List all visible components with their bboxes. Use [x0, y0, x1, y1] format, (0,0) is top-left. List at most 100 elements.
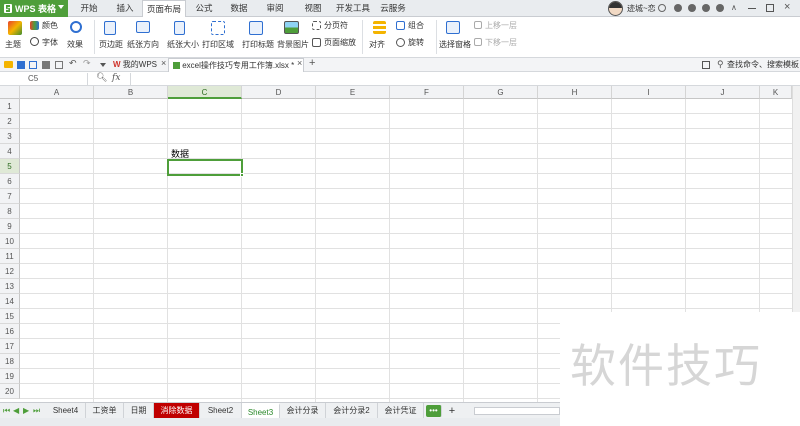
print-preview-icon[interactable]: [55, 61, 63, 69]
select-all-corner[interactable]: [0, 86, 20, 99]
fill-handle[interactable]: [240, 173, 244, 177]
page-break-icon[interactable]: [312, 21, 321, 30]
row-header-18[interactable]: 18: [0, 354, 20, 369]
close-tab-icon[interactable]: ×: [161, 58, 166, 68]
command-search-input[interactable]: 查找命令、搜索模板: [727, 58, 800, 72]
minimize-icon[interactable]: [748, 8, 756, 9]
background-image-icon[interactable]: [284, 21, 299, 34]
share-icon[interactable]: [688, 4, 696, 12]
sheet-tab-payroll[interactable]: 工资单: [86, 403, 124, 419]
rotate-icon[interactable]: [396, 38, 405, 47]
name-box[interactable]: C5: [0, 73, 88, 85]
last-sheet-icon[interactable]: ⏭︎: [33, 406, 40, 416]
doc-tab-workbook[interactable]: excel操作技巧专用工作簿.xlsx *: [168, 58, 304, 72]
group-button[interactable]: 组合: [408, 20, 424, 31]
sheet-tab-accounting-entry-2[interactable]: 会计分录2: [326, 403, 378, 419]
add-sheet-button[interactable]: +: [445, 403, 459, 419]
row-header-20[interactable]: 20: [0, 384, 20, 399]
row-header-6[interactable]: 6: [0, 174, 20, 189]
page-zoom-icon[interactable]: [312, 38, 321, 47]
column-header-i[interactable]: I: [612, 86, 686, 99]
skin-icon[interactable]: [702, 4, 710, 12]
wps-app-menu-button[interactable]: WPS 表格: [0, 0, 68, 17]
row-header-3[interactable]: 3: [0, 129, 20, 144]
menu-tab-review[interactable]: 审阅: [258, 0, 292, 17]
selection-pane-button[interactable]: 选择窗格: [439, 39, 471, 50]
more-sheets-button[interactable]: •••: [426, 405, 442, 417]
undo-icon[interactable]: ↶: [69, 58, 77, 69]
maximize-icon[interactable]: [766, 4, 774, 12]
doc-tab-my-wps[interactable]: W 我的WPS: [110, 58, 168, 72]
theme-icon[interactable]: [8, 21, 22, 35]
sheet-tab-sheet3[interactable]: Sheet3: [242, 403, 280, 419]
close-icon[interactable]: ×: [784, 1, 790, 13]
chevron-up-icon[interactable]: ∧: [731, 3, 737, 12]
open-folder-icon[interactable]: [4, 61, 13, 68]
rotate-button[interactable]: 旋转: [408, 37, 424, 48]
zoom-icon[interactable]: 🔍︎: [96, 72, 107, 83]
row-header-4[interactable]: 4: [0, 144, 20, 159]
row-header-12[interactable]: 12: [0, 264, 20, 279]
sheet-tab-clear-data[interactable]: 消除数据: [154, 403, 200, 419]
menu-tab-insert[interactable]: 插入: [108, 0, 142, 17]
margins-button[interactable]: 页边距: [99, 39, 123, 50]
sheet-tab-accounting-entry[interactable]: 会计分录: [280, 403, 326, 419]
row-header-14[interactable]: 14: [0, 294, 20, 309]
row-header-10[interactable]: 10: [0, 234, 20, 249]
send-backward-icon[interactable]: [474, 38, 482, 46]
effects-icon[interactable]: [70, 21, 82, 33]
column-header-d[interactable]: D: [242, 86, 316, 99]
cloud-icon[interactable]: [674, 4, 682, 12]
next-sheet-icon[interactable]: ▶︎: [23, 406, 29, 415]
horizontal-scrollbar[interactable]: [474, 407, 560, 415]
print-area-icon[interactable]: [211, 21, 225, 35]
menu-tab-page-layout[interactable]: 页面布局: [142, 0, 186, 18]
formula-input[interactable]: [130, 73, 798, 85]
menu-tab-data[interactable]: 数据: [222, 0, 256, 17]
customize-chevron-icon[interactable]: [100, 63, 106, 67]
print-titles-icon[interactable]: [249, 21, 263, 35]
print-titles-button[interactable]: 打印标题: [242, 39, 274, 50]
paper-size-icon[interactable]: [174, 21, 185, 35]
bring-forward-button[interactable]: 上移一层: [485, 20, 517, 31]
column-header-f[interactable]: F: [390, 86, 464, 99]
row-header-1[interactable]: 1: [0, 99, 20, 114]
row-header-11[interactable]: 11: [0, 249, 20, 264]
effects-button[interactable]: 效果: [67, 39, 83, 50]
colors-icon[interactable]: [30, 21, 39, 30]
page-break-button[interactable]: 分页符: [324, 20, 348, 31]
menu-tab-view[interactable]: 视图: [296, 0, 330, 17]
column-header-j[interactable]: J: [686, 86, 760, 99]
column-header-b[interactable]: B: [94, 86, 168, 99]
menu-tab-formulas[interactable]: 公式: [188, 0, 220, 17]
first-sheet-icon[interactable]: ⏮︎: [3, 406, 10, 416]
print-icon[interactable]: [42, 61, 50, 69]
fonts-icon[interactable]: [30, 37, 39, 46]
row-header-19[interactable]: 19: [0, 369, 20, 384]
sidebar-toggle-icon[interactable]: [702, 61, 710, 69]
row-header-13[interactable]: 13: [0, 279, 20, 294]
paper-size-button[interactable]: 纸张大小: [167, 39, 199, 50]
fx-button[interactable]: fx: [112, 73, 120, 83]
column-header-c[interactable]: C: [168, 86, 242, 99]
row-header-8[interactable]: 8: [0, 204, 20, 219]
row-header-5[interactable]: 5: [0, 159, 20, 174]
sheet-tab-accounting-voucher[interactable]: 会计凭证: [378, 403, 424, 419]
menu-tab-home[interactable]: 开始: [72, 0, 106, 17]
active-cell-c5[interactable]: [167, 159, 243, 176]
row-header-7[interactable]: 7: [0, 189, 20, 204]
align-button[interactable]: 对齐: [369, 39, 385, 50]
row-header-17[interactable]: 17: [0, 339, 20, 354]
help-icon[interactable]: [716, 4, 724, 12]
avatar[interactable]: [608, 1, 623, 16]
orientation-icon[interactable]: [136, 21, 150, 33]
sheet-tab-sheet4[interactable]: Sheet4: [46, 403, 86, 419]
theme-button[interactable]: 主题: [5, 39, 21, 50]
column-header-k[interactable]: K: [760, 86, 792, 99]
margins-icon[interactable]: [104, 21, 116, 35]
column-header-a[interactable]: A: [20, 86, 94, 99]
redo-icon[interactable]: ↷: [83, 58, 91, 69]
row-header-9[interactable]: 9: [0, 219, 20, 234]
sheet-tab-date[interactable]: 日期: [124, 403, 154, 419]
close-tab-icon[interactable]: ×: [297, 58, 302, 68]
